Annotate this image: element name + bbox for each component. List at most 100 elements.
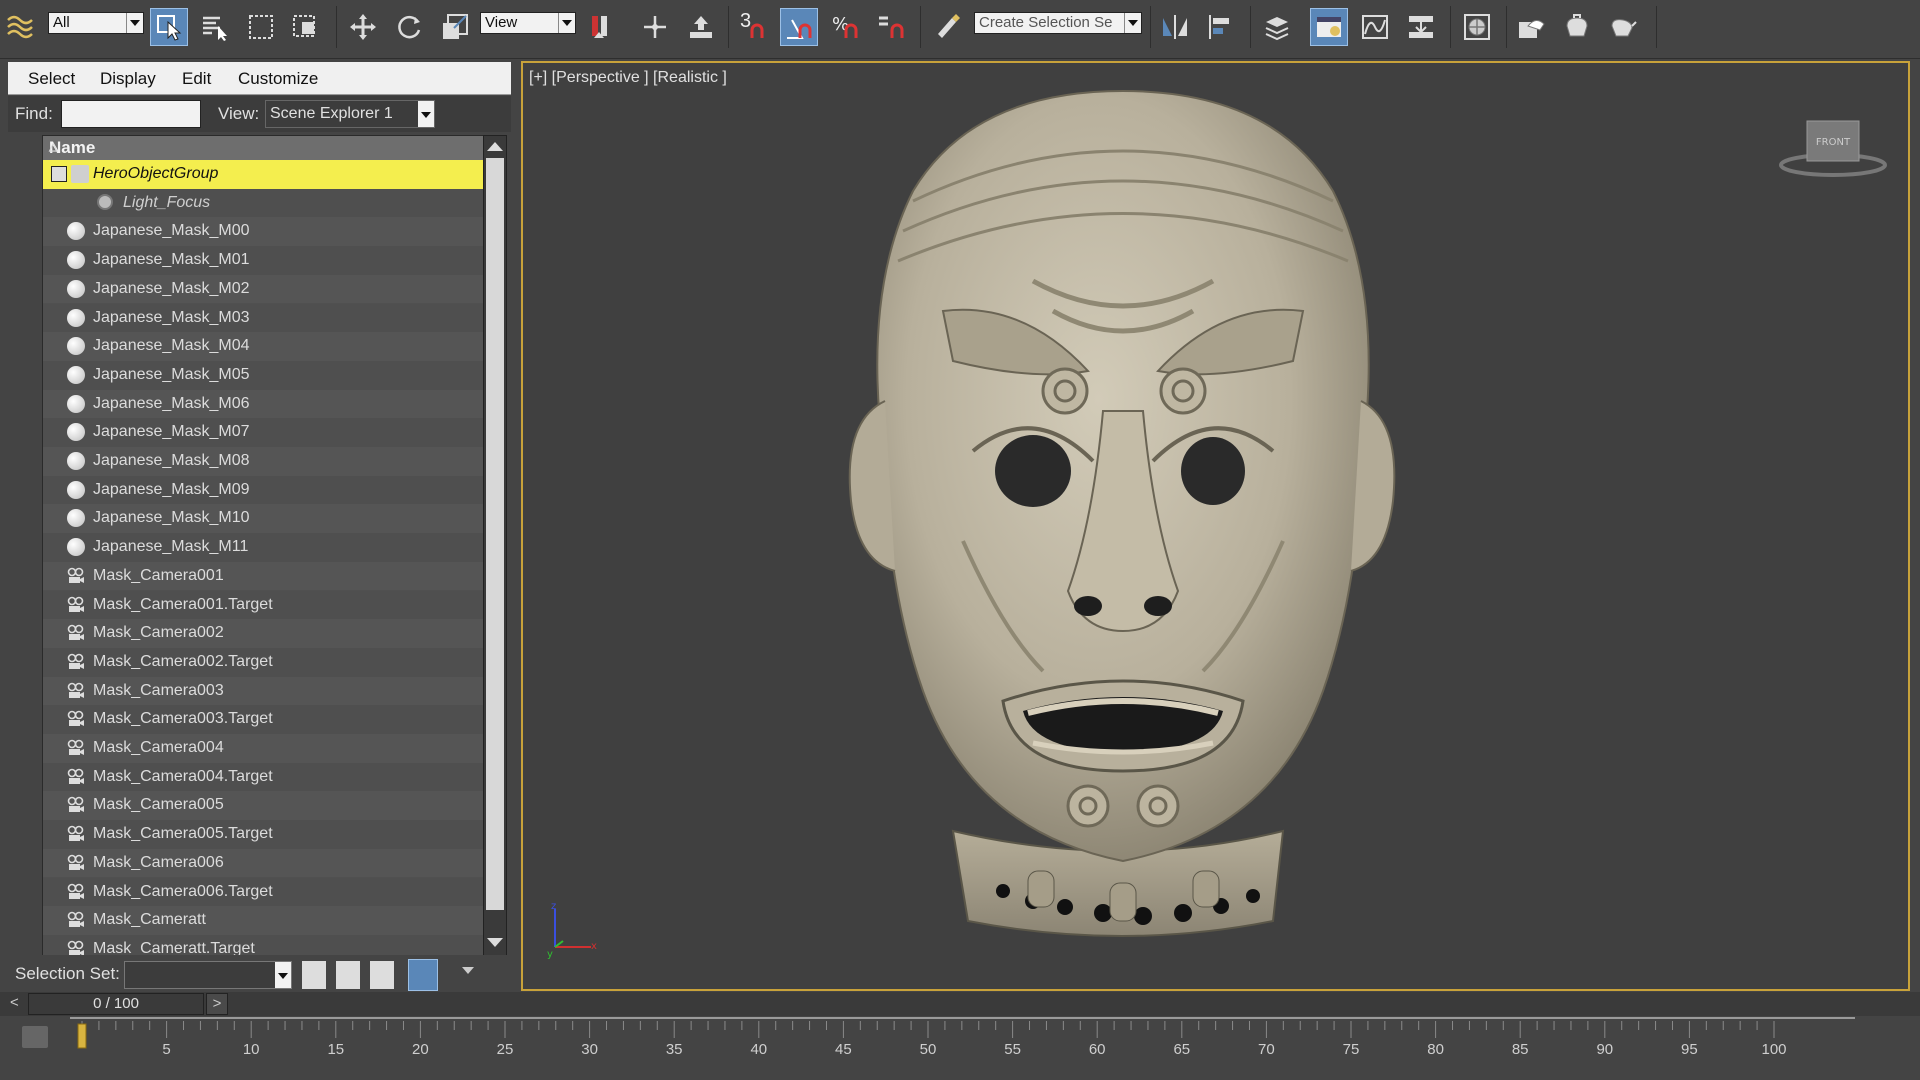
scroll-up-icon[interactable] xyxy=(487,142,503,151)
list-item-label: Japanese_Mask_M02 xyxy=(93,279,250,297)
collapse-toggle-icon[interactable] xyxy=(51,166,67,182)
track-bar-ruler: 5 10 15 20 25 30 35 40 45 50 55 60 65 70 75 80 85 90 95 100 xyxy=(70,1017,1855,1058)
render-setup-icon[interactable] xyxy=(1512,8,1550,46)
group-icon xyxy=(71,165,89,183)
list-item[interactable]: Japanese_Mask_M09 xyxy=(43,475,493,505)
list-item-label: Mask_Cameratt xyxy=(93,911,206,929)
list-scrollbar[interactable] xyxy=(483,135,507,957)
list-item[interactable]: Mask_Cameratt xyxy=(43,906,493,935)
select-link-icon[interactable] xyxy=(682,8,720,46)
list-item[interactable]: Japanese_Mask_M04 xyxy=(43,332,493,361)
list-item-label: Japanese_Mask_M07 xyxy=(93,423,250,441)
move-icon[interactable] xyxy=(344,8,382,46)
list-item[interactable]: Japanese_Mask_M10 xyxy=(43,504,493,534)
align-icon[interactable] xyxy=(1202,8,1240,46)
list-item-label: Japanese_Mask_M08 xyxy=(93,452,250,469)
list-item-label: Mask_Camera004.Target xyxy=(93,767,273,785)
list-item[interactable]: Mask_Camera003 xyxy=(43,676,493,706)
list-item-label: Mask_Camera002.Target xyxy=(93,652,273,670)
selection-set-dropdown[interactable] xyxy=(124,961,292,989)
list-item[interactable]: Japanese_Mask_M01 xyxy=(43,246,493,275)
view-dropdown[interactable]: Scene Explorer 1 xyxy=(265,100,435,128)
list-item[interactable]: Japanese_Mask_M07 xyxy=(43,418,493,447)
highlight-selection-icon[interactable] xyxy=(408,959,438,991)
scale-icon[interactable] xyxy=(436,8,474,46)
scroll-down-icon[interactable] xyxy=(487,938,503,947)
camera-icon xyxy=(67,624,85,642)
render-frame-icon[interactable] xyxy=(1558,8,1596,46)
perspective-viewport[interactable]: [+] [Perspective ] [Realistic ] FRONT z … xyxy=(521,61,1910,991)
time-slider[interactable]: < 0 / 100 > xyxy=(0,992,1920,1016)
menu-select[interactable]: Select xyxy=(28,69,75,89)
select-by-name-icon[interactable] xyxy=(196,8,234,46)
list-item[interactable]: Japanese_Mask_M11 xyxy=(43,533,493,562)
list-item[interactable]: HeroObjectGroup xyxy=(43,160,493,189)
name-column-header[interactable]: Name △ xyxy=(43,136,493,161)
panel-options-icon[interactable] xyxy=(462,967,474,974)
menu-customize[interactable]: Customize xyxy=(238,69,318,89)
select-manipulate-icon[interactable] xyxy=(636,8,674,46)
time-next-button[interactable]: > xyxy=(206,993,228,1015)
list-item[interactable]: Japanese_Mask_M06 xyxy=(43,389,493,419)
list-item-label: Mask_Camera006.Target xyxy=(93,882,273,900)
selection-filter-dropdown[interactable]: All xyxy=(48,12,144,34)
render-icon[interactable] xyxy=(1604,8,1642,46)
layer-manager-icon[interactable] xyxy=(1258,8,1296,46)
viewport-label[interactable]: [+] [Perspective ] [Realistic ] xyxy=(529,69,727,87)
list-item[interactable]: Mask_Camera005 xyxy=(43,791,493,821)
find-input[interactable] xyxy=(61,100,201,128)
list-item[interactable]: Japanese_Mask_M02 xyxy=(43,274,493,304)
list-item[interactable]: Mask_Camera003.Target xyxy=(43,705,493,734)
ruler-tick-label: 85 xyxy=(1512,1041,1529,1058)
time-prev-button[interactable]: < xyxy=(10,994,19,1011)
list-item[interactable]: Mask_Camera001.Target xyxy=(43,590,493,620)
list-item[interactable]: Japanese_Mask_M00 xyxy=(43,217,493,247)
list-item[interactable]: Mask_Camera005.Target xyxy=(43,820,493,849)
current-frame-indicator[interactable] xyxy=(77,1023,87,1049)
list-item[interactable]: Mask_Camera004 xyxy=(43,734,493,763)
add-selection-set-icon[interactable] xyxy=(302,961,326,989)
scroll-thumb[interactable] xyxy=(486,158,504,910)
japanese-mask-model[interactable] xyxy=(803,71,1443,971)
spinner-snap-icon[interactable] xyxy=(872,8,910,46)
percent-snap-icon[interactable]: % xyxy=(826,8,864,46)
schematic-view-icon[interactable] xyxy=(1402,8,1440,46)
window-crossing-icon[interactable] xyxy=(286,8,324,46)
edit-selection-set-icon[interactable] xyxy=(370,961,394,989)
viewcube[interactable]: FRONT xyxy=(1773,113,1893,183)
list-item[interactable]: Japanese_Mask_M03 xyxy=(43,303,493,333)
geometry-sphere-icon xyxy=(67,279,85,298)
camera-icon xyxy=(67,796,85,814)
select-object-icon[interactable] xyxy=(150,8,188,46)
list-item[interactable]: Japanese_Mask_M08 xyxy=(43,447,493,476)
curve-editor-icon[interactable] xyxy=(1356,8,1394,46)
named-selection-set-dropdown[interactable]: Create Selection Se xyxy=(974,12,1142,34)
time-slider-thumb[interactable]: 0 / 100 xyxy=(28,993,204,1015)
mirror-icon[interactable] xyxy=(1156,8,1194,46)
list-item[interactable]: Mask_Camera006 xyxy=(43,848,493,878)
angle-snap-icon[interactable] xyxy=(780,8,818,46)
rotate-icon[interactable] xyxy=(390,8,428,46)
edit-named-sets-icon[interactable] xyxy=(928,8,966,46)
main-toolbar: All View 3 % Create Selection Se xyxy=(0,0,1920,59)
list-item[interactable]: Mask_Camera002.Target xyxy=(43,647,493,677)
list-item[interactable]: Mask_Camera001 xyxy=(43,561,493,591)
menu-display[interactable]: Display xyxy=(100,69,156,89)
snap-toggle-icon[interactable]: 3 xyxy=(734,8,772,46)
list-item[interactable]: Mask_Camera004.Target xyxy=(43,762,493,792)
track-bar[interactable]: 5 10 15 20 25 30 35 40 45 50 55 60 65 70 75 80 85 90 95 100 xyxy=(0,1016,1920,1080)
list-item[interactable]: Mask_Camera006.Target xyxy=(43,877,493,907)
geometry-sphere-icon xyxy=(67,365,85,384)
list-item[interactable]: Japanese_Mask_M05 xyxy=(43,360,493,390)
scene-object-list[interactable]: Name △ HeroObjectGroup Light_Focus Japanes… xyxy=(42,135,494,959)
list-item[interactable]: Mask_Camera002 xyxy=(43,619,493,648)
menu-edit[interactable]: Edit xyxy=(182,69,211,89)
list-item[interactable]: Light_Focus xyxy=(43,188,493,218)
reference-coord-dropdown[interactable]: View xyxy=(480,12,576,34)
undo-logo-icon[interactable] xyxy=(0,8,38,46)
remove-selection-set-icon[interactable] xyxy=(336,961,360,989)
rect-region-icon[interactable] xyxy=(242,8,280,46)
material-editor-icon[interactable] xyxy=(1458,8,1496,46)
scene-explorer-icon[interactable] xyxy=(1310,8,1348,46)
pivot-icon[interactable] xyxy=(582,8,620,46)
